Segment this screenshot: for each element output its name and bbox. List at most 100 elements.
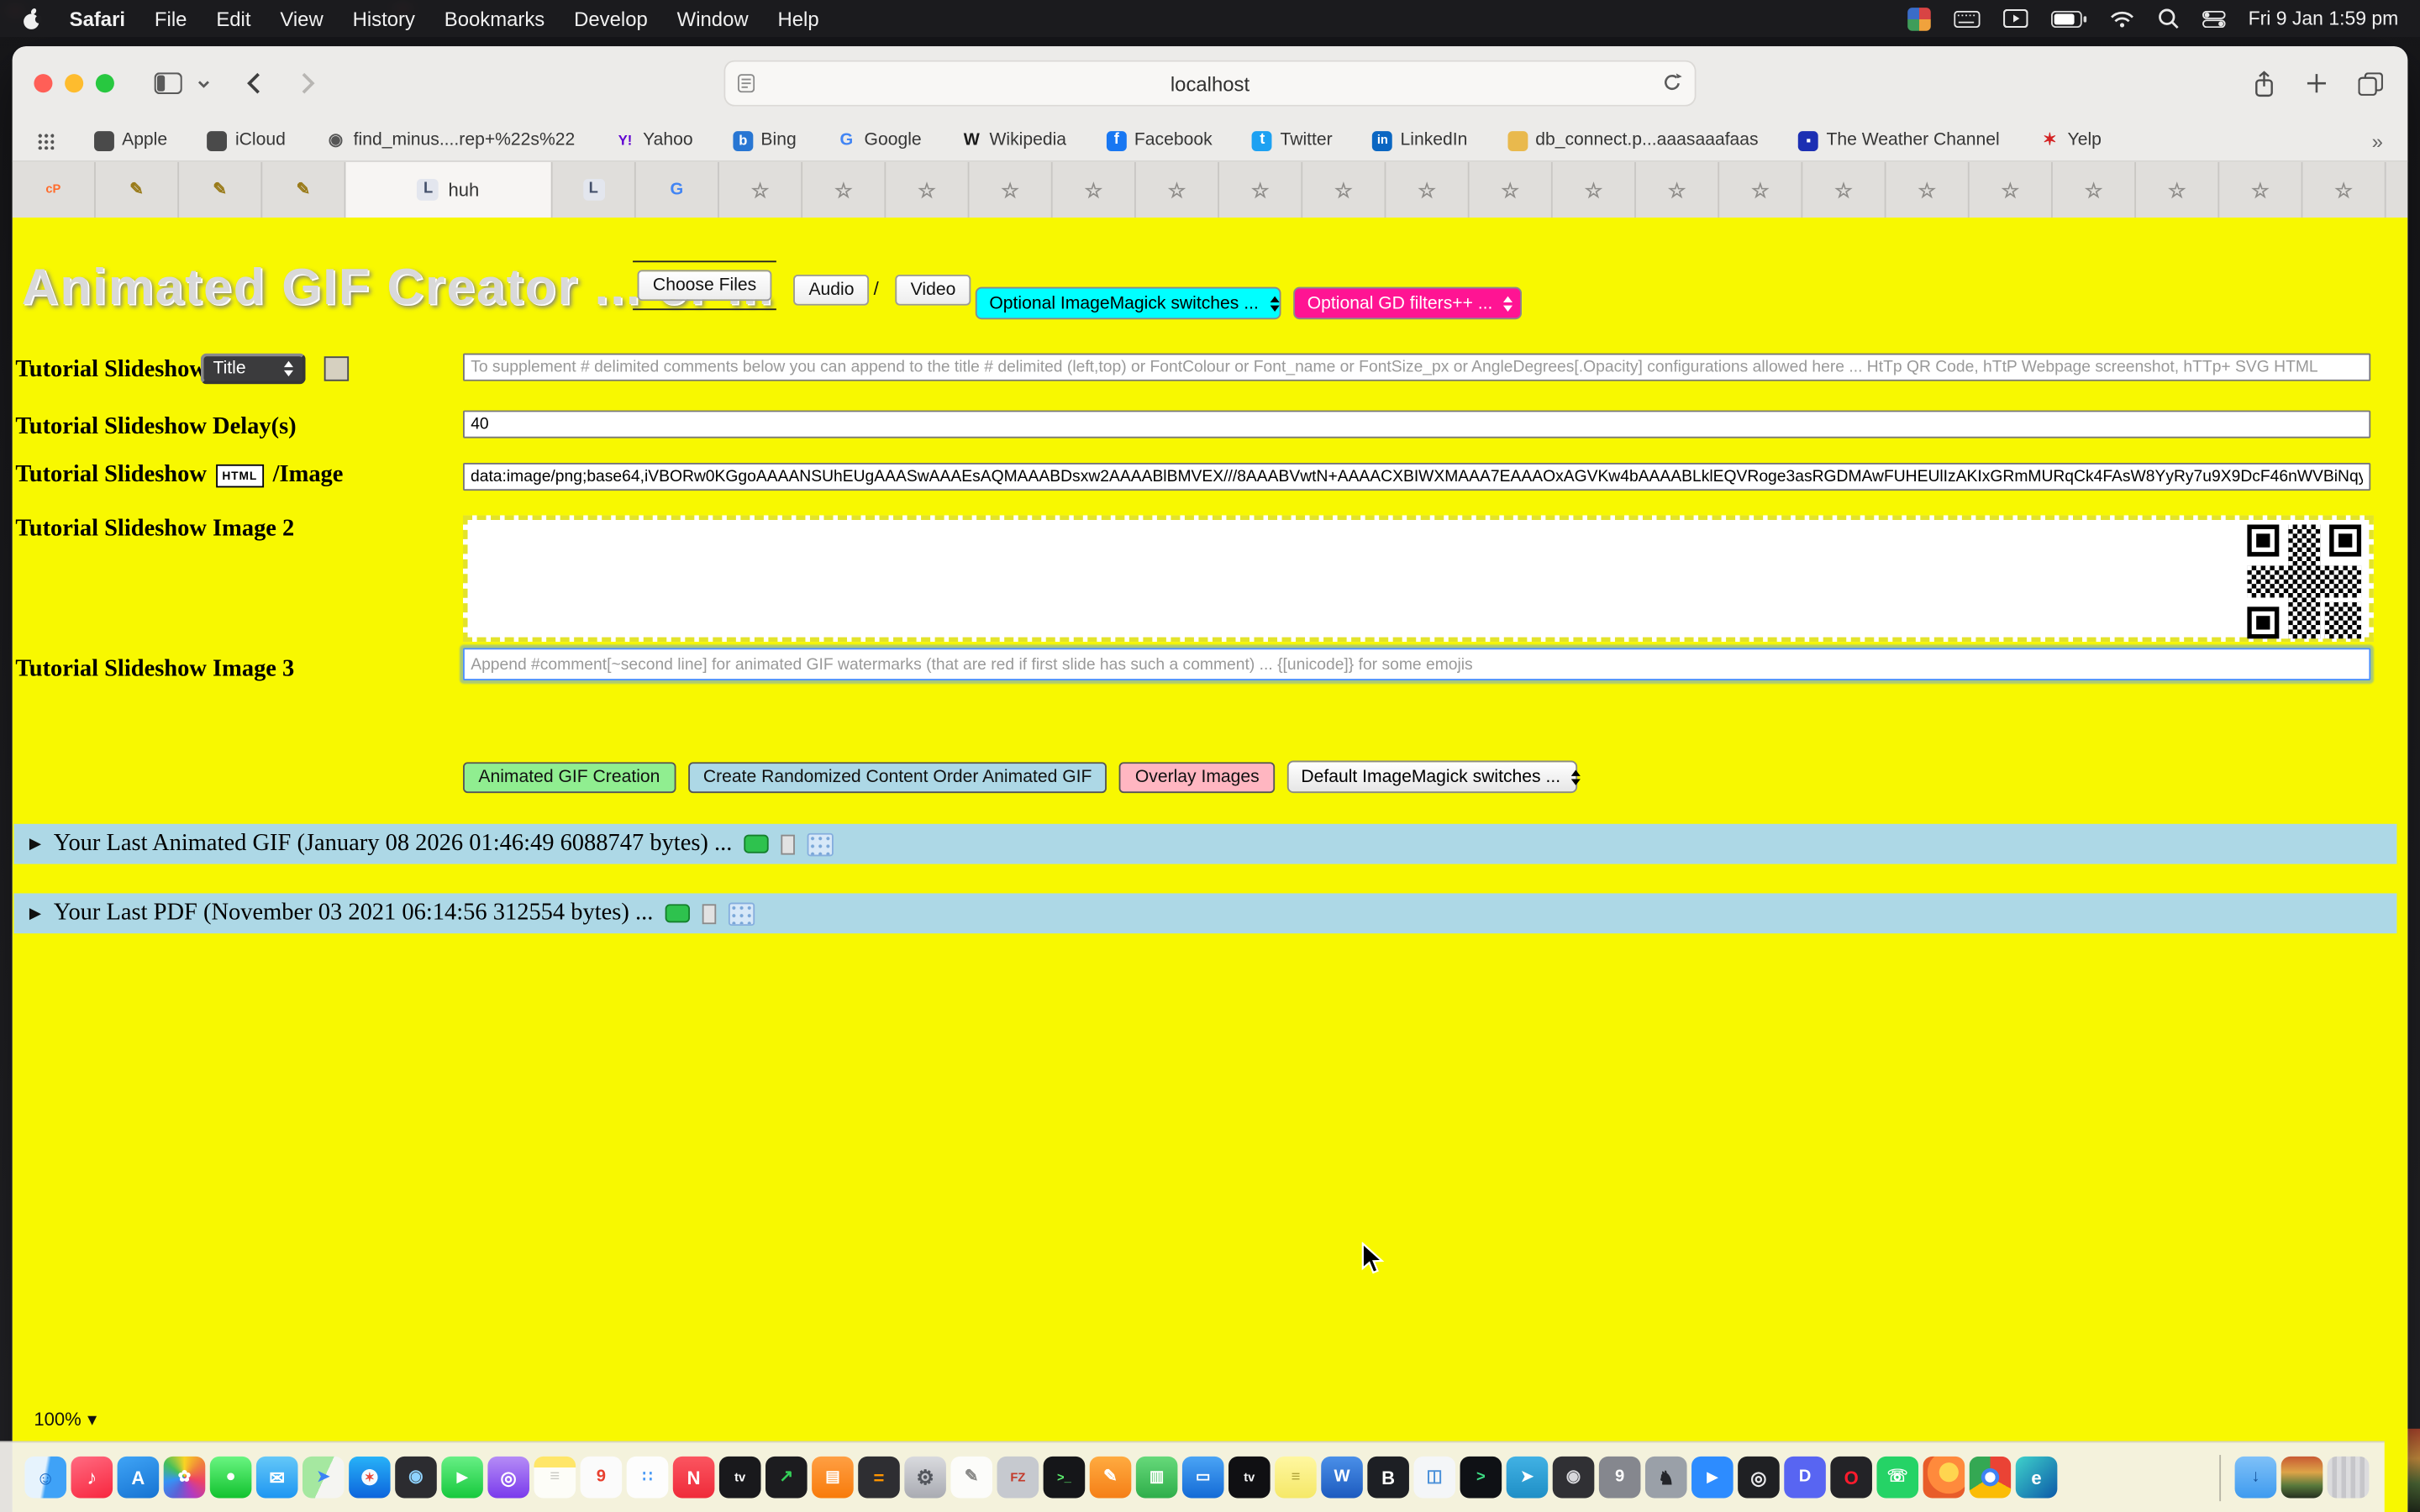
title-config-input[interactable]	[463, 354, 2370, 381]
tab-editor-3[interactable]: ✎	[262, 162, 345, 218]
tab-huh[interactable]: L huh	[345, 162, 552, 218]
dock-whatsapp[interactable]: ☏	[1876, 1457, 1918, 1499]
dock-maps[interactable]: ➤	[302, 1457, 345, 1499]
tab-favorite[interactable]: ☆	[719, 162, 802, 218]
tab-favorite[interactable]: ☆	[1386, 162, 1469, 218]
dock-numbers[interactable]: ▥	[1136, 1457, 1178, 1499]
zoom-window-button[interactable]	[96, 74, 114, 92]
menu-item[interactable]: File	[155, 7, 187, 30]
color-swatch-button[interactable]	[324, 356, 349, 381]
dock-music[interactable]: ♪	[71, 1457, 113, 1499]
new-tab-icon[interactable]	[2306, 72, 2328, 94]
share-icon[interactable]	[2254, 71, 2275, 97]
dock-discord[interactable]: D	[1784, 1457, 1826, 1499]
tab-editor-1[interactable]: ✎	[96, 162, 179, 218]
dock-chrome[interactable]	[1970, 1457, 2012, 1499]
tab-favorite[interactable]: ☆	[1719, 162, 1802, 218]
dock-messages[interactable]: ●	[210, 1457, 252, 1499]
bing-favicon[interactable]: b Bing	[733, 130, 796, 150]
image-data-input[interactable]	[463, 463, 2370, 491]
watermark-comment-input[interactable]	[463, 648, 2370, 680]
facebook-favicon[interactable]: f Facebook	[1107, 130, 1213, 150]
tab-cpanel[interactable]: cP	[13, 162, 96, 218]
tab-favorite[interactable]: ☆	[802, 162, 886, 218]
tab-favorite[interactable]: ☆	[969, 162, 1052, 218]
video-button[interactable]: Video	[895, 275, 971, 306]
tab-favorite[interactable]: ☆	[1802, 162, 1886, 218]
menu-item[interactable]: History	[353, 7, 415, 30]
tab-favorite[interactable]: ☆	[1219, 162, 1302, 218]
tab-favorite[interactable]: ☆	[2302, 162, 2386, 218]
animated-gif-creation-button[interactable]: Animated GIF Creation	[463, 761, 676, 792]
randomized-gif-button[interactable]: Create Randomized Content Order Animated…	[687, 761, 1107, 792]
control-center-icon[interactable]	[2202, 10, 2226, 27]
last-animated-gif-summary[interactable]: ▶ Your Last Animated GIF (January 08 202…	[14, 824, 2397, 864]
spotlight-search-icon[interactable]	[2157, 8, 2179, 29]
dock-keynote[interactable]: ▭	[1182, 1457, 1224, 1499]
image2-dropzone[interactable]	[463, 515, 2374, 642]
dock-reminders[interactable]: ∷	[627, 1457, 669, 1499]
dock-notes[interactable]: ≡	[534, 1457, 576, 1499]
apple-menu-icon[interactable]	[22, 7, 42, 30]
dock-tv[interactable]: tv	[719, 1457, 761, 1499]
tab-favorite[interactable]: ☆	[2053, 162, 2136, 218]
screen-mirroring-icon[interactable]	[2003, 9, 2028, 28]
dock-iterm[interactable]: >	[1460, 1457, 1502, 1499]
dock-pages[interactable]: ✎	[1090, 1457, 1132, 1499]
tab-favorite[interactable]: ☆	[1053, 162, 1136, 218]
imagemagick-switches-select[interactable]: Optional ImageMagick switches ...	[976, 287, 1281, 320]
dock-firefox[interactable]	[1923, 1457, 1965, 1499]
dock-trash[interactable]	[2328, 1457, 2370, 1499]
wikipedia-favicon[interactable]: W Wikipedia	[961, 130, 1066, 150]
dock-app-store[interactable]: A	[118, 1457, 160, 1499]
dock-terminal[interactable]: >_	[1044, 1457, 1086, 1499]
tab-google[interactable]: G	[636, 162, 719, 218]
input-source-icon[interactable]	[1907, 7, 1931, 30]
dock-telegram[interactable]: ➤	[1507, 1457, 1549, 1499]
dock-stocks[interactable]: ↗	[765, 1457, 808, 1499]
dock-textedit[interactable]: ✎	[950, 1457, 992, 1499]
keyboard-icon[interactable]	[1954, 10, 1980, 27]
page-zoom-control[interactable]: 100% ▾	[34, 1409, 97, 1431]
sidebar-toggle-icon[interactable]	[155, 72, 182, 94]
menu-item[interactable]: Help	[778, 7, 819, 30]
menu-item[interactable]: Bookmarks	[445, 7, 544, 30]
minimize-window-button[interactable]	[65, 74, 83, 92]
disclosure-triangle-icon[interactable]: ▶	[29, 836, 41, 853]
dock-downloads-folder[interactable]: ↓	[2235, 1457, 2277, 1499]
linkedin-favicon[interactable]: in LinkedIn	[1372, 130, 1467, 150]
dock-edge[interactable]: e	[2016, 1457, 2058, 1499]
sidebar-chevron-icon[interactable]	[197, 80, 210, 87]
tab-favorite[interactable]: ☆	[1636, 162, 1719, 218]
dock-recent-screenshot[interactable]	[2281, 1457, 2323, 1499]
dock-preview[interactable]: ◫	[1413, 1457, 1455, 1499]
dock-filezilla[interactable]: FZ	[997, 1457, 1039, 1499]
choose-files-button[interactable]: Choose Files	[638, 270, 772, 301]
db-favicon[interactable]: db_connect.p...aaasaaafaas	[1507, 130, 1758, 150]
forward-button[interactable]	[301, 72, 315, 94]
default-imagemagick-select[interactable]: Default ImageMagick switches ...	[1287, 761, 1577, 794]
dock-calculator[interactable]: =	[858, 1457, 900, 1499]
tab-favorite[interactable]: ☆	[2219, 162, 2302, 218]
yahoo-favicon[interactable]: Y! Yahoo	[615, 130, 693, 150]
dock-opera[interactable]: O	[1830, 1457, 1872, 1499]
tab-l[interactable]: L	[553, 162, 636, 218]
weather-favicon[interactable]: ▪ The Weather Channel	[1798, 130, 1999, 150]
close-window-button[interactable]	[34, 74, 52, 92]
menu-bar-clock[interactable]: Fri 9 Jan 1:59 pm	[2249, 8, 2399, 29]
menu-item[interactable]: Window	[677, 7, 749, 30]
dock-podcasts[interactable]: ◎	[487, 1457, 529, 1499]
disclosure-triangle-icon[interactable]: ▶	[29, 905, 41, 921]
menu-item[interactable]: Safari	[70, 7, 125, 30]
dock-calendar[interactable]: 9	[581, 1457, 623, 1499]
tab-favorite[interactable]: ☆	[1553, 162, 1636, 218]
wifi-icon[interactable]	[2109, 10, 2133, 27]
audio-button[interactable]: Audio	[793, 275, 870, 306]
bookmarks-grid-icon[interactable]	[37, 132, 54, 149]
tab-favorite[interactable]: ☆	[1136, 162, 1219, 218]
dock-zoom[interactable]: ▶	[1691, 1457, 1733, 1499]
google-favicon[interactable]: G Google	[836, 130, 921, 150]
tab-overview-icon[interactable]	[2359, 71, 2383, 95]
yelp-favicon[interactable]: ✶ Yelp	[2039, 130, 2101, 150]
apple-favicon[interactable]: Apple	[94, 130, 167, 150]
